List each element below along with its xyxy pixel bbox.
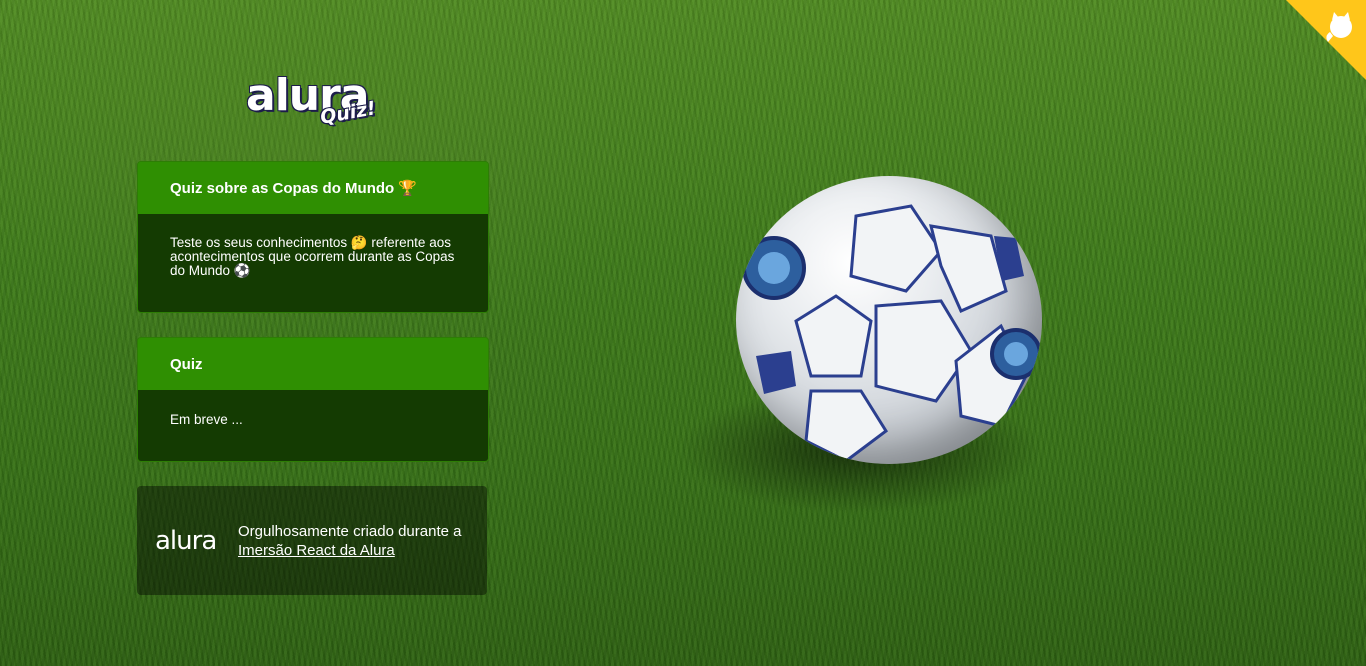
soccer-ball-image [736,176,1042,464]
quiz-page: alura Quiz! Quiz sobre as Copas do Mundo… [0,0,1366,666]
intro-widget: Quiz sobre as Copas do Mundo 🏆 Teste os … [137,161,489,313]
intro-widget-title: Quiz sobre as Copas do Mundo 🏆 [138,162,488,214]
github-corner[interactable] [1286,0,1366,80]
quiz-widget-body: Em breve ... [138,390,488,461]
quiz-widget: Quiz Em breve ... [137,337,489,462]
footer-text-prefix: Orgulhosamente criado durante a [238,522,462,540]
footer-alura-logo: alura [155,525,217,556]
quiz-widget-title: Quiz [138,338,488,390]
footer: alura Orgulhosamente criado durante a Im… [137,486,487,595]
footer-text: Orgulhosamente criado durante a Imersão … [238,522,478,560]
intro-widget-description: Teste os seus conhecimentos 🤔 referente … [138,214,488,312]
alura-quiz-logo: alura Quiz! [246,72,377,134]
imersao-react-link[interactable]: Imersão React da Alura [238,542,395,559]
